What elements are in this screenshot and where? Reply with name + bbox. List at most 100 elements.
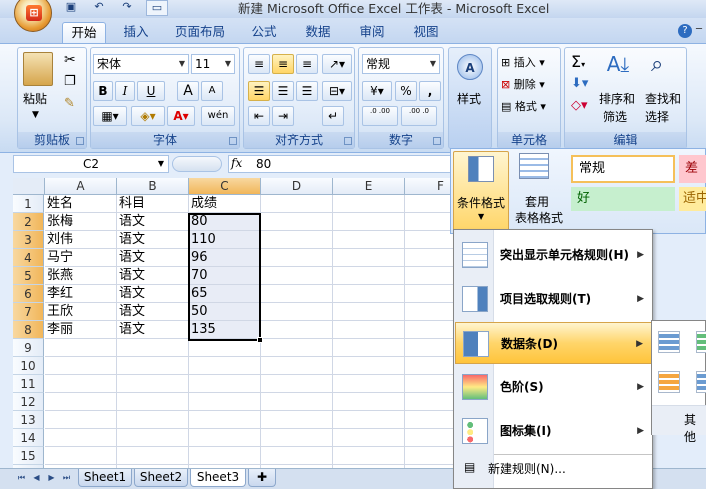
cell[interactable] — [45, 447, 117, 465]
font-size-combo[interactable]: 11 ▼ — [191, 54, 235, 74]
increase-indent-icon[interactable]: ⇥ — [272, 106, 294, 126]
grow-font-button[interactable]: A — [177, 81, 199, 101]
align-right-icon[interactable]: ☰ — [296, 81, 318, 101]
tab-formulas[interactable]: 公式 — [242, 22, 286, 44]
decrease-indent-icon[interactable]: ⇤ — [248, 106, 270, 126]
cell[interactable]: 张燕 — [45, 267, 117, 285]
sort-filter-icon[interactable]: A⤓ — [605, 52, 631, 78]
cell[interactable]: 马宁 — [45, 249, 117, 267]
next-sheet-icon[interactable]: ▶ — [45, 471, 58, 484]
cell[interactable] — [405, 321, 458, 339]
italic-button[interactable]: I — [115, 81, 135, 101]
align-bottom-icon[interactable]: ≡ — [296, 54, 318, 74]
cell[interactable] — [405, 393, 458, 411]
last-sheet-icon[interactable]: ⏭ — [60, 471, 73, 484]
table-format-label[interactable]: 套用 — [525, 193, 549, 210]
format-painter-icon[interactable]: ✎ — [64, 96, 75, 111]
cell[interactable] — [405, 375, 458, 393]
data-bar-green-icon[interactable] — [696, 331, 706, 353]
row-header[interactable]: 12 — [13, 393, 44, 411]
ribbon-minimize-icon[interactable]: ─ — [696, 24, 706, 38]
tab-home[interactable]: 开始 — [62, 22, 106, 44]
decrease-decimal-button[interactable]: .00 .0 — [401, 106, 437, 126]
cell[interactable] — [333, 339, 405, 357]
select-all-corner[interactable] — [13, 178, 45, 195]
cell[interactable] — [333, 429, 405, 447]
cell[interactable] — [261, 285, 333, 303]
cell[interactable]: 姓名 — [45, 195, 117, 213]
row-header[interactable]: 4 — [13, 249, 44, 267]
style-neutral[interactable]: 适中 — [679, 187, 706, 211]
cell[interactable] — [405, 429, 458, 447]
cell[interactable]: 语文 — [117, 321, 189, 339]
row-header[interactable]: 3 — [13, 231, 44, 249]
orientation-icon[interactable]: ↗▾ — [322, 54, 352, 74]
number-format-combo[interactable]: 常规 ▼ — [362, 54, 440, 74]
data-bar-orange-icon[interactable] — [658, 371, 680, 393]
tab-page-layout[interactable]: 页面布局 — [168, 22, 232, 44]
fill-icon[interactable]: ⬇▾ — [571, 76, 588, 91]
menu-item-icon-sets[interactable]: 图标集(I) ▶ — [455, 410, 652, 452]
cell[interactable] — [261, 213, 333, 231]
sheet-tab-2[interactable]: Sheet2 — [134, 469, 188, 487]
cell[interactable] — [333, 411, 405, 429]
row-header[interactable]: 13 — [13, 411, 44, 429]
row-header[interactable]: 6 — [13, 285, 44, 303]
tab-review[interactable]: 审阅 — [350, 22, 394, 44]
cell[interactable] — [45, 375, 117, 393]
cell[interactable] — [45, 339, 117, 357]
tab-insert[interactable]: 插入 — [114, 22, 158, 44]
cell[interactable] — [261, 375, 333, 393]
cell[interactable] — [261, 357, 333, 375]
cell[interactable] — [405, 339, 458, 357]
cell[interactable]: 语文 — [117, 267, 189, 285]
save-icon[interactable]: ▣ — [62, 0, 80, 16]
cell[interactable] — [261, 303, 333, 321]
cell[interactable]: 王欣 — [45, 303, 117, 321]
chevron-down-icon[interactable]: ▼ — [427, 55, 439, 73]
cell[interactable] — [333, 303, 405, 321]
dialog-launcher-icon[interactable] — [76, 137, 84, 145]
submenu-more-rules[interactable]: 其他 — [684, 411, 705, 445]
redo-icon[interactable]: ↷ — [118, 0, 136, 16]
cell[interactable] — [333, 393, 405, 411]
cell[interactable] — [405, 447, 458, 465]
cell[interactable] — [189, 375, 261, 393]
fill-color-button[interactable]: ◈▾ — [131, 106, 165, 126]
phonetic-button[interactable]: wén — [201, 106, 235, 126]
dialog-launcher-icon[interactable] — [344, 137, 352, 145]
cell[interactable] — [405, 411, 458, 429]
cell[interactable] — [333, 267, 405, 285]
table-format-label2[interactable]: 表格格式 — [515, 209, 563, 226]
align-middle-icon[interactable]: ≡ — [272, 54, 294, 74]
cell[interactable] — [405, 249, 458, 267]
quick-access-customize-icon[interactable]: ▭ — [146, 0, 168, 16]
cut-icon[interactable]: ✂ — [64, 52, 76, 68]
binoculars-icon[interactable]: ⌕ — [651, 52, 663, 77]
cell[interactable] — [189, 411, 261, 429]
menu-item-color-scales[interactable]: 色阶(S) ▶ — [455, 366, 652, 408]
table-format-icon[interactable] — [519, 153, 549, 179]
cell[interactable] — [189, 447, 261, 465]
delete-cells-button[interactable]: ⊠ 删除 ▾ — [501, 76, 545, 92]
column-header-c[interactable]: C — [189, 178, 261, 195]
help-icon[interactable]: ? — [678, 24, 692, 38]
conditional-format-button[interactable]: 条件格式 ▼ — [453, 151, 509, 233]
cell[interactable]: 李丽 — [45, 321, 117, 339]
cell[interactable] — [261, 447, 333, 465]
insert-cells-button[interactable]: ⊞ 插入 ▾ — [501, 54, 545, 70]
cell[interactable] — [333, 195, 405, 213]
cell[interactable] — [117, 447, 189, 465]
row-header[interactable]: 10 — [13, 357, 44, 375]
cell[interactable] — [117, 429, 189, 447]
cell[interactable] — [333, 249, 405, 267]
insert-sheet-icon[interactable]: ✚ — [248, 469, 276, 487]
underline-button[interactable]: U — [137, 81, 165, 101]
cell[interactable] — [333, 321, 405, 339]
increase-decimal-button[interactable]: .0 .00 — [362, 106, 398, 126]
cell[interactable] — [333, 213, 405, 231]
borders-button[interactable]: ▦▾ — [93, 106, 127, 126]
font-name-combo[interactable]: 宋体 ▼ — [93, 54, 189, 74]
clear-icon[interactable]: ◇▾ — [571, 98, 588, 113]
cell[interactable] — [261, 249, 333, 267]
